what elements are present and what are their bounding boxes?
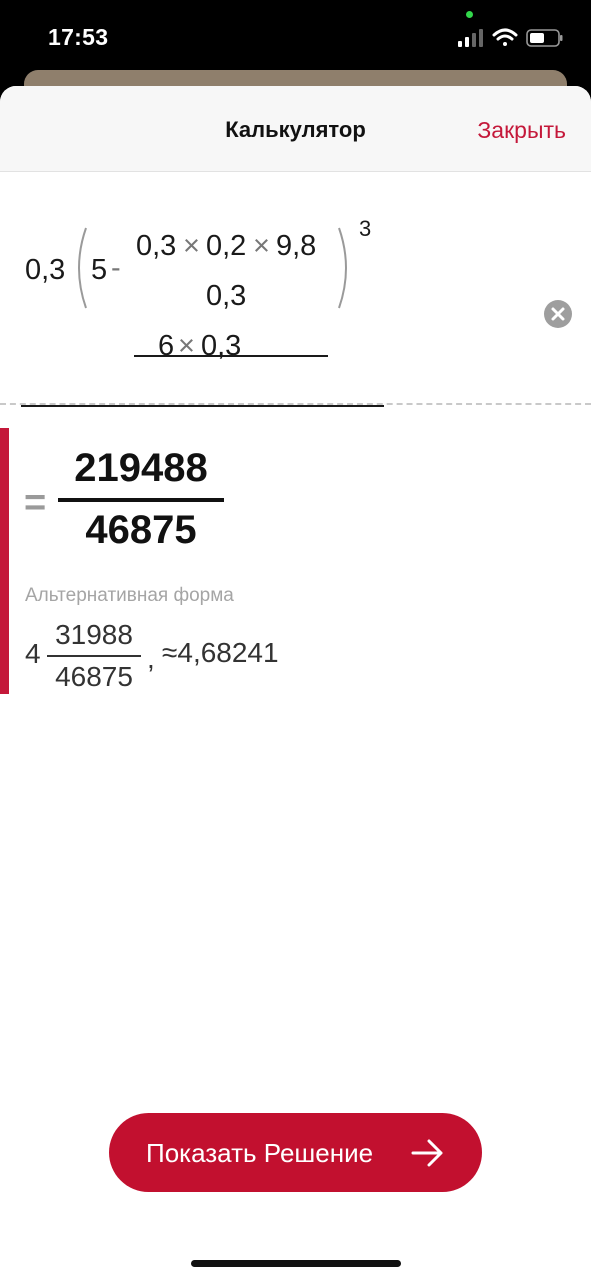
left-paren xyxy=(78,227,87,309)
expr-inner-c: 9,8 xyxy=(276,230,317,262)
sheet-header: Калькулятор Закрыть xyxy=(0,86,591,172)
cellular-signal-icon xyxy=(458,29,483,47)
home-indicator[interactable] xyxy=(191,1260,401,1267)
show-solution-label: Показать Решение xyxy=(146,1138,374,1168)
expr-times-3: × xyxy=(178,330,195,362)
status-bar: 17:53 xyxy=(0,0,591,72)
expr-inner-b: 0,2 xyxy=(206,230,247,262)
alt-approximation: ≈4,68241 xyxy=(162,637,279,668)
alternative-form-label: Альтернативная форма xyxy=(25,585,234,606)
result-numerator: 219488 xyxy=(74,446,208,490)
result-fraction-line xyxy=(58,498,224,502)
status-icons xyxy=(458,28,563,47)
battery-icon xyxy=(526,29,563,47)
equals-sign: = xyxy=(24,482,47,524)
divider xyxy=(0,403,591,405)
right-paren xyxy=(338,227,347,309)
expr-five: 5 xyxy=(91,254,108,286)
alt-denominator: 46875 xyxy=(55,661,133,692)
clear-button[interactable] xyxy=(544,300,572,328)
result-denominator: 46875 xyxy=(85,508,197,552)
show-solution-button[interactable]: Показать Решение xyxy=(109,1113,482,1192)
calculator-sheet: Калькулятор Закрыть 0,3 5 - 0,3 × 0,2 × … xyxy=(0,86,591,1280)
arrow-right-icon xyxy=(411,1139,443,1167)
alt-whole-part: 4 xyxy=(25,638,41,669)
expression-display[interactable]: 0,3 5 - 0,3 × 0,2 × 9,8 0,3 3 6 × 0,3 xyxy=(0,172,591,407)
main-fraction-line xyxy=(21,405,384,407)
expr-denominator-b: 0,3 xyxy=(201,330,242,362)
alt-fraction-line xyxy=(47,655,141,657)
expr-minus: - xyxy=(111,252,121,284)
expr-coefficient: 0,3 xyxy=(25,254,66,286)
expr-denominator-a: 6 xyxy=(158,330,175,362)
clear-circle-icon xyxy=(551,307,565,321)
result-panel: = 219488 46875 Альтернативная форма 4 31… xyxy=(0,428,591,694)
alt-numerator: 31988 xyxy=(55,619,133,650)
status-time: 17:53 xyxy=(48,24,109,50)
close-button[interactable]: Закрыть xyxy=(477,117,566,144)
expr-inner-a: 0,3 xyxy=(136,230,177,262)
privacy-indicator-dot xyxy=(466,11,473,18)
alt-comma: , xyxy=(147,643,155,674)
wifi-icon xyxy=(492,28,518,46)
expr-inner-denominator: 0,3 xyxy=(206,280,247,312)
expr-exponent: 3 xyxy=(359,216,372,241)
expr-times-2: × xyxy=(253,230,270,262)
expr-times-1: × xyxy=(183,230,200,262)
